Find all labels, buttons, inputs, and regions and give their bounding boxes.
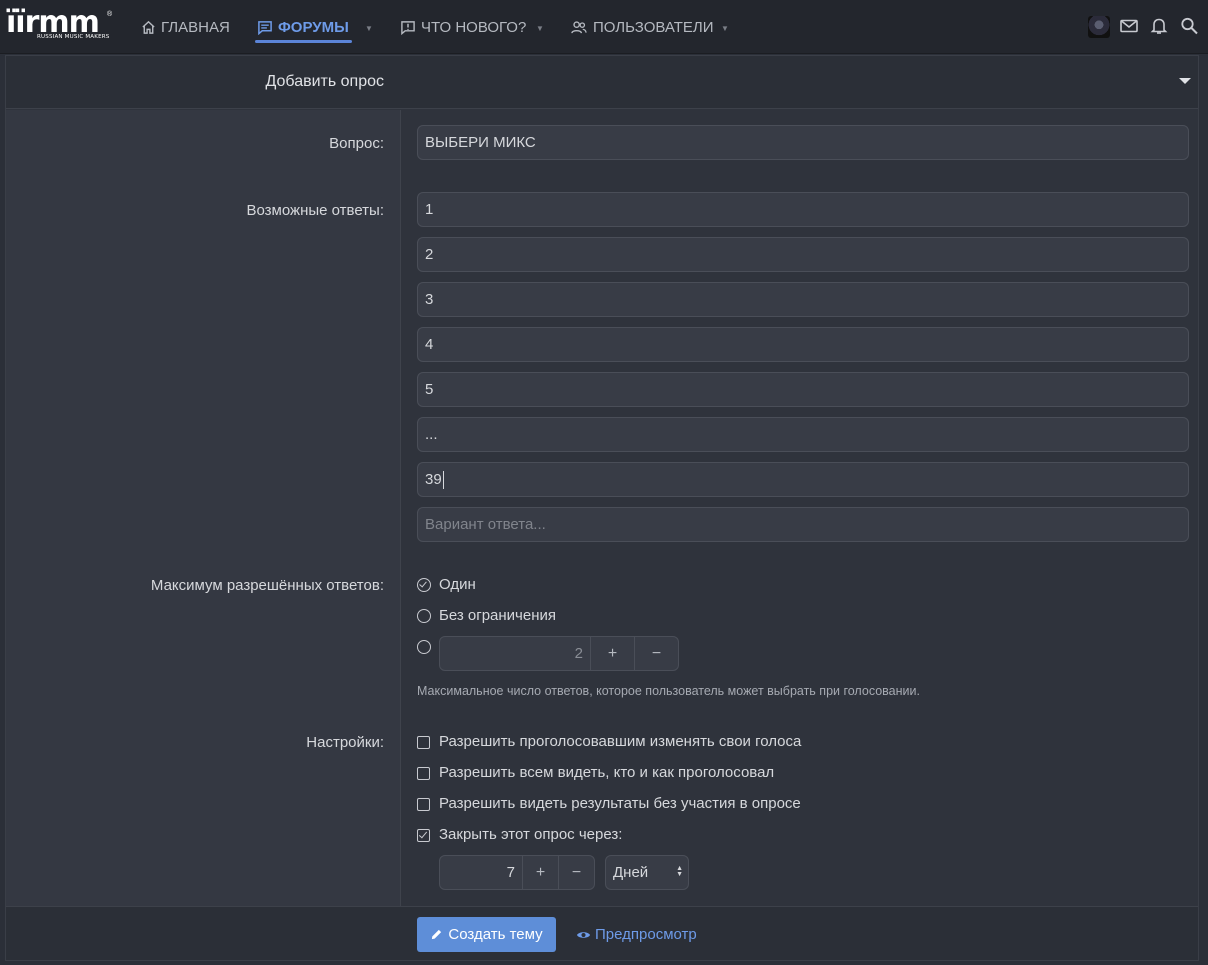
active-tab-indicator [255, 40, 352, 43]
radio-unlimited[interactable] [417, 609, 431, 623]
inbox-icon[interactable] [1119, 16, 1139, 38]
search-icon[interactable] [1180, 16, 1199, 38]
nav-home[interactable]: Главная [141, 0, 230, 54]
top-navbar: ïïrmm ® RUSSIAN MUSIC MAKERS Главная Фор… [0, 0, 1208, 54]
close-after-unit-value: Дней [613, 864, 649, 881]
text-cursor [442, 471, 444, 490]
question-label: Вопрос: [329, 135, 384, 152]
whats-new-icon [401, 20, 415, 35]
nav-forums-dropdown-icon[interactable]: ▼ [365, 24, 373, 33]
nav-whats-new-label: Что нового? [421, 18, 527, 36]
nav-whats-new[interactable]: Что нового? [400, 0, 526, 54]
answer-value: 39 [425, 471, 442, 488]
checkbox-view-results-label: Разрешить видеть результаты без участия … [439, 795, 801, 812]
poll-form-panel: Добавить опрос Вопрос: ВЫБЕРИ МИКС Возмо… [5, 55, 1199, 961]
checkbox-public-votes-label: Разрешить всем видеть, кто и как проголо… [439, 764, 775, 781]
pencil-icon [432, 929, 442, 940]
max-answers-hint: Максимальное число ответов, которое поль… [417, 684, 920, 698]
nav-users[interactable]: Пользователи [570, 0, 714, 54]
radio-custom[interactable] [417, 640, 431, 654]
logo-registered-mark: ® [107, 11, 113, 18]
create-thread-button[interactable]: Создать тему [417, 917, 556, 952]
answer-input-new[interactable]: Вариант ответа... [417, 507, 1189, 542]
nav-whats-new-dropdown-icon[interactable]: ▼ [536, 24, 544, 33]
form-footer: Создать тему Предпросмотр [6, 906, 1198, 960]
nav-users-label: Пользователи [593, 18, 714, 36]
max-answers-stepper[interactable]: 2 + − [439, 636, 679, 671]
decrement-button[interactable]: − [558, 856, 594, 889]
preview-label: Предпросмотр [595, 926, 697, 943]
nav-forums-label: Форумы [278, 18, 349, 36]
answer-value: 1 [425, 201, 434, 218]
answer-input-2[interactable]: 2 [417, 237, 1189, 272]
select-arrows-icon: ▲ ▼ [676, 865, 683, 878]
answer-value: 4 [425, 336, 434, 353]
max-answers-value[interactable]: 2 [440, 637, 590, 670]
radio-single[interactable] [417, 578, 431, 592]
decrement-button[interactable]: − [634, 637, 678, 670]
checkbox-allow-change-vote[interactable] [417, 736, 430, 749]
users-icon [571, 20, 587, 33]
preview-button[interactable]: Предпросмотр [576, 917, 697, 952]
answer-input-4[interactable]: 4 [417, 327, 1189, 362]
answer-value: 2 [425, 246, 434, 263]
close-after-stepper[interactable]: 7 + − [439, 855, 595, 890]
checkbox-public-votes[interactable] [417, 767, 430, 780]
max-answers-label: Максимум разрешённых ответов: [150, 577, 384, 594]
checkbox-close-poll[interactable] [417, 829, 430, 842]
close-after-unit-select[interactable]: Дней ▲ ▼ [605, 855, 689, 890]
checkbox-close-poll-label: Закрыть этот опрос через: [439, 826, 623, 843]
checkbox-view-results[interactable] [417, 798, 430, 811]
answer-input-7[interactable]: 39 [417, 462, 1189, 497]
bell-icon[interactable] [1150, 16, 1168, 38]
answer-input-6[interactable]: ... [417, 417, 1189, 452]
radio-single-label: Один [439, 576, 476, 593]
label-column [6, 110, 401, 906]
user-avatar[interactable] [1088, 16, 1110, 38]
answer-input-1[interactable]: 1 [417, 192, 1189, 227]
answer-value: ... [425, 426, 438, 443]
answer-value: 3 [425, 291, 434, 308]
answers-label: Возможные ответы: [246, 202, 385, 219]
checkbox-allow-change-vote-label: Разрешить проголосовавшим изменять свои … [439, 733, 802, 750]
logo-subtitle: RUSSIAN MUSIC MAKERS [37, 34, 110, 40]
create-thread-label: Создать тему [448, 926, 543, 943]
question-value: ВЫБЕРИ МИКС [425, 134, 536, 151]
answer-value: 5 [425, 381, 434, 398]
nav-forums[interactable]: Форумы [255, 0, 352, 54]
forum-icon [258, 20, 272, 35]
increment-button[interactable]: + [590, 637, 634, 670]
settings-label: Настройки: [306, 734, 384, 751]
answer-input-5[interactable]: 5 [417, 372, 1189, 407]
question-input[interactable]: ВЫБЕРИ МИКС [417, 125, 1189, 160]
collapse-caret-icon[interactable] [1179, 78, 1191, 84]
radio-unlimited-label: Без ограничения [439, 607, 557, 624]
panel-title: Добавить опрос [265, 73, 384, 90]
poll-panel-header[interactable]: Добавить опрос [6, 56, 1198, 109]
answer-placeholder: Вариант ответа... [425, 516, 546, 533]
increment-button[interactable]: + [522, 856, 558, 889]
nav-home-label: Главная [161, 18, 230, 36]
site-logo[interactable]: ïïrmm ® RUSSIAN MUSIC MAKERS [6, 5, 113, 45]
nav-users-dropdown-icon[interactable]: ▼ [721, 24, 729, 33]
home-icon [142, 20, 155, 34]
eye-icon [576, 931, 591, 938]
answer-input-3[interactable]: 3 [417, 282, 1189, 317]
close-after-value[interactable]: 7 [440, 856, 522, 889]
